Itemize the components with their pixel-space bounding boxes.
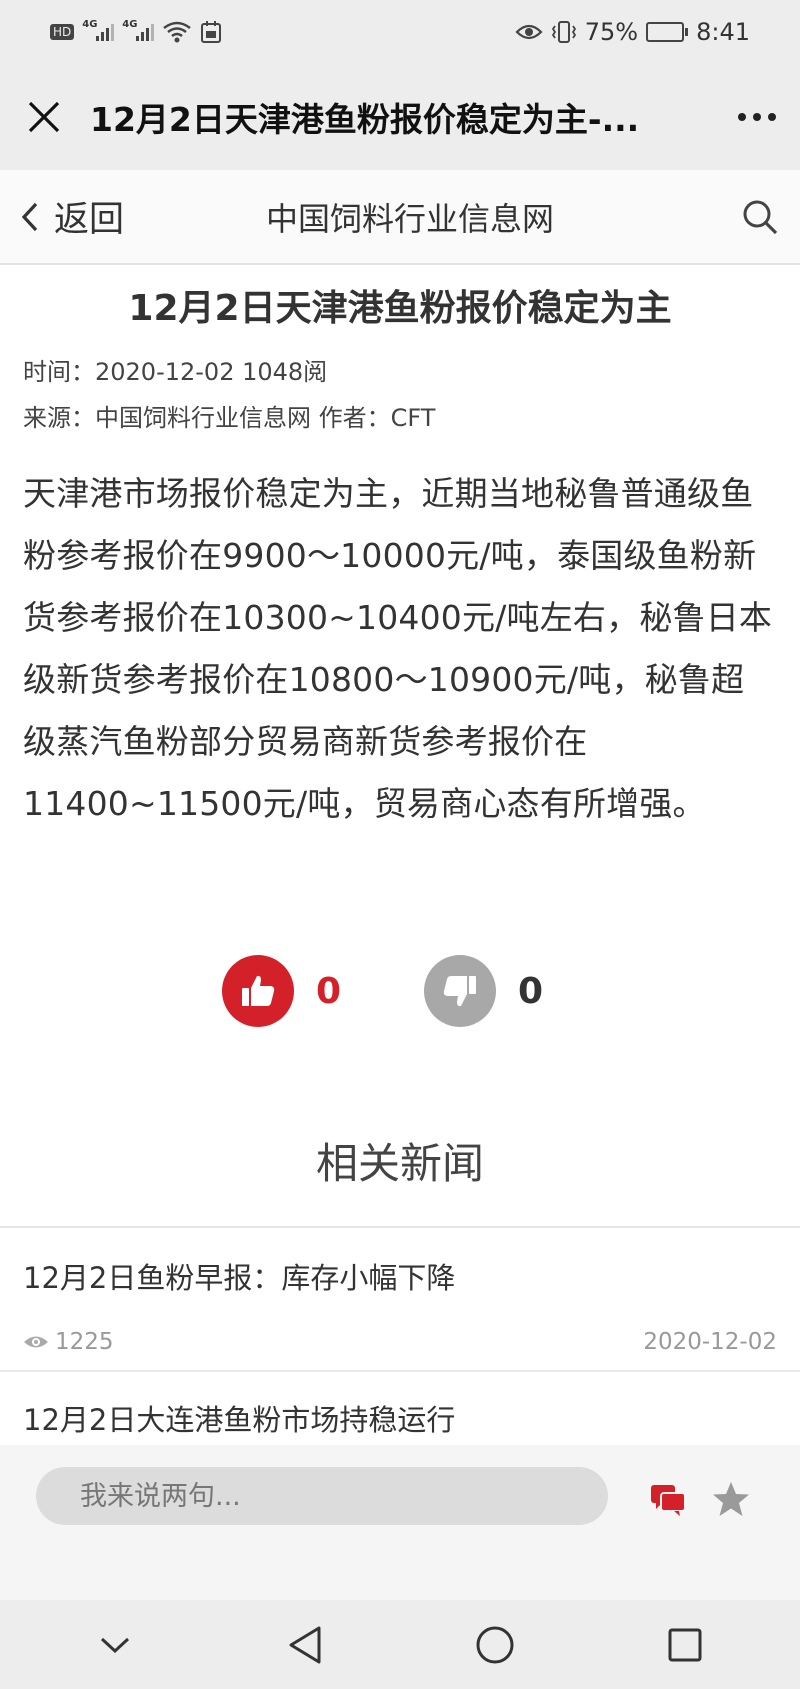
battery-percent: 75%: [584, 18, 639, 46]
like-circle: [222, 955, 294, 1027]
status-right: 75% 8:41: [515, 18, 750, 46]
page-title: 12月2日天津港鱼粉报价稳定为主-...: [90, 100, 640, 139]
hd-badge: HD: [50, 24, 75, 40]
signal-icon: 4G: [122, 19, 155, 41]
clock: 8:41: [696, 18, 750, 46]
like-button[interactable]: 0: [222, 955, 376, 1027]
article-title: 12月2日天津港鱼粉报价稳定为主: [128, 288, 672, 329]
article: 12月2日天津港鱼粉报价稳定为主 时间：2020-12-02 1048阅 来源：…: [0, 265, 800, 835]
wifi-icon: [163, 21, 192, 43]
news-meta: 1225 2020-12-02: [23, 1329, 777, 1355]
star-icon: [713, 1482, 749, 1516]
back-nav-button[interactable]: [275, 1615, 335, 1675]
more-dot: [738, 113, 746, 121]
comments-button[interactable]: [650, 1483, 686, 1521]
list-item[interactable]: 12月2日鱼粉早报：库存小幅下降 1225 2020-12-02: [0, 1255, 800, 1355]
back-button[interactable]: 返回: [20, 191, 220, 242]
comment-input[interactable]: [36, 1467, 608, 1525]
view-count: 1225: [23, 1329, 114, 1355]
news-date: 2020-12-02: [643, 1329, 777, 1355]
collapse-button[interactable]: [85, 1615, 145, 1675]
more-dot: [768, 113, 776, 121]
chat-bubbles-icon: [651, 1485, 686, 1516]
site-name: 中国饲料行业信息网: [265, 199, 554, 238]
view-count-value: 1225: [55, 1329, 114, 1355]
thumbs-up-icon: [242, 975, 275, 1006]
vibrate-icon: [551, 21, 576, 43]
system-nav-bar: [0, 1600, 800, 1689]
vote-bar: 0 0: [0, 955, 800, 1027]
triangle-back-icon: [289, 1626, 321, 1663]
article-time: 时间：2020-12-02 1048阅: [23, 358, 328, 386]
eye-icon: [24, 1336, 48, 1348]
wechat-title-bar: 12月2日天津港鱼粉报价稳定为主-...: [0, 64, 800, 170]
calendar-icon: [201, 21, 222, 43]
search-button[interactable]: [740, 197, 780, 237]
like-count: 0: [316, 970, 342, 1012]
battery-icon: [646, 22, 689, 42]
close-button[interactable]: [24, 97, 64, 137]
chevron-left-icon: [21, 202, 38, 231]
dislike-button[interactable]: 0: [424, 955, 578, 1027]
favorite-button[interactable]: [712, 1481, 750, 1521]
dislike-circle: [424, 955, 496, 1027]
site-nav: 返回 中国饲料行业信息网: [0, 170, 800, 265]
circle-home-icon: [476, 1626, 514, 1663]
related-news-heading: 相关新闻: [315, 1139, 484, 1188]
home-nav-button[interactable]: [465, 1615, 525, 1675]
divider: [0, 1370, 800, 1372]
square-recents-icon: [668, 1628, 702, 1661]
divider: [0, 1226, 800, 1228]
network-type-label: 4G: [122, 19, 138, 30]
chevron-down-icon: [100, 1637, 130, 1653]
eye-icon: [515, 24, 543, 40]
thumbs-down-icon: [443, 976, 476, 1007]
network-type-label: 4G: [82, 19, 98, 30]
list-item[interactable]: 12月2日大连港鱼粉市场持稳运行: [0, 1397, 800, 1439]
dislike-count: 0: [518, 970, 544, 1012]
signal-icon: 4G: [82, 19, 115, 41]
more-dot: [753, 113, 761, 121]
article-meta: 时间：2020-12-02 1048阅 来源：中国饲料行业信息网 作者：CFT: [23, 349, 777, 441]
status-left: HD 4G 4G: [50, 19, 222, 44]
more-button[interactable]: [716, 113, 776, 121]
news-title[interactable]: 12月2日鱼粉早报：库存小幅下降: [23, 1255, 777, 1297]
status-bar: HD 4G 4G 75% 8:41: [0, 0, 800, 64]
recents-nav-button[interactable]: [655, 1615, 715, 1675]
news-title[interactable]: 12月2日大连港鱼粉市场持稳运行: [23, 1397, 777, 1439]
search-icon: [743, 200, 778, 234]
article-source: 来源：中国饲料行业信息网 作者：CFT: [23, 404, 436, 432]
comment-bar: [0, 1445, 800, 1600]
back-label: 返回: [54, 200, 125, 240]
close-icon: [28, 101, 60, 133]
article-body: 天津港市场报价稳定为主，近期当地秘鲁普通级鱼粉参考报价在9900～10000元/…: [23, 474, 773, 823]
